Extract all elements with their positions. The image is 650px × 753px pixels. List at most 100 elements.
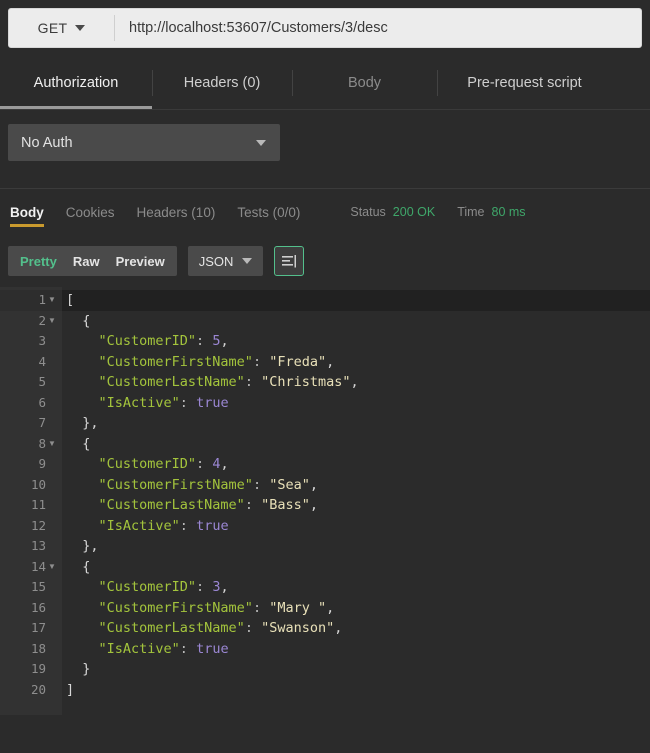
line-number-cell: 14 ▼ [0,557,62,578]
line-number-cell: 1 ▼ [0,290,62,311]
token-key: "CustomerID" [66,456,197,473]
response-body-viewer[interactable]: 1▼[2▼ {3▼ "CustomerID": 5,4▼ "CustomerFi… [0,287,650,715]
status-value: 200 OK [392,205,436,219]
code-text: }, [62,536,650,557]
token-punct: , [220,579,229,596]
line-number: 18 [30,640,46,656]
response-tab-label: Tests (0/0) [237,204,301,220]
code-line: 19▼ } [0,659,650,680]
word-wrap-toggle-button[interactable] [274,246,305,276]
code-line: 17▼ "CustomerLastName": "Swanson", [0,618,650,639]
request-tab-label: Authorization [33,75,119,91]
line-number: 5 [38,374,46,389]
token-colon: : [244,620,262,637]
line-number: 1 [38,292,46,307]
view-mode-preview[interactable]: Preview [116,254,165,269]
line-number: 15 [30,579,46,594]
code-line: 12▼ "IsActive": true [0,516,650,537]
code-text: "CustomerFirstName": "Freda", [62,352,650,373]
status-label: Status [350,205,386,219]
token-key: "CustomerLastName" [66,374,245,391]
request-tab-authorization[interactable]: Authorization [0,57,152,109]
response-tab-headers-10[interactable]: Headers (10) [137,189,216,235]
code-text: [ [62,290,650,311]
http-method-dropdown[interactable]: GET [9,9,114,47]
code-text: "CustomerLastName": "Bass", [62,495,650,516]
auth-type-dropdown[interactable]: No Auth [8,124,280,161]
token-punct: { [66,435,91,452]
token-bool: true [196,517,229,534]
line-number-cell: 15▼ [0,577,62,598]
code-text: { [62,311,650,332]
line-number: 9 [38,456,46,471]
line-number-cell: 20▼ [0,680,62,701]
token-punct: ] [66,681,75,698]
line-number-cell: 12▼ [0,516,62,537]
response-tab-tests-0-0[interactable]: Tests (0/0) [237,189,300,235]
http-method-label: GET [37,20,68,36]
fold-toggle-icon[interactable]: ▼ [46,316,58,325]
line-number: 8 [38,435,46,451]
view-mode-pretty[interactable]: Pretty [20,254,57,269]
token-str: "Mary " [269,599,327,616]
token-colon: : [252,476,270,493]
line-number-cell: 8 ▼ [0,434,62,455]
token-punct: , [334,620,343,637]
response-tab-body[interactable]: Body [10,189,44,235]
line-number-cell: 10▼ [0,475,62,496]
fold-toggle-icon[interactable]: ▼ [46,562,58,571]
response-tab-label: Body [10,204,44,220]
token-str: "Christmas" [261,374,351,391]
line-number-cell: 6▼ [0,393,62,414]
response-view-mode-group: Pretty Raw Preview [8,246,177,276]
code-text: "CustomerID": 5, [62,331,650,352]
token-punct: , [326,599,335,616]
code-line: 16▼ "CustomerFirstName": "Mary ", [0,598,650,619]
token-bool: true [196,394,229,411]
token-colon: : [196,333,213,350]
auth-type-label: No Auth [21,134,73,151]
time-label: Time [457,205,485,219]
request-tab-body[interactable]: Body [292,57,437,109]
line-number: 16 [30,599,46,615]
request-url-input[interactable] [115,9,641,47]
response-tabs-bar: Body Cookies Headers (10) Tests (0/0) Statu… [0,189,650,235]
response-tab-cookies[interactable]: Cookies [66,189,115,235]
line-number: 17 [30,620,46,635]
view-mode-raw[interactable]: Raw [73,254,100,269]
response-tab-label: Headers (10) [136,204,216,220]
line-number: 2 [38,312,46,328]
token-colon: : [244,497,262,514]
line-number: 19 [30,661,46,676]
code-text: "CustomerFirstName": "Sea", [62,475,650,496]
request-tab-pre-request-script[interactable]: Pre-request script [437,57,612,109]
token-num: 5 [212,333,221,350]
code-text: "CustomerID": 3, [62,577,650,598]
fold-toggle-icon[interactable]: ▼ [46,296,58,304]
code-line: 7▼ }, [0,413,650,434]
token-punct: , [220,333,229,350]
line-number-cell: 17▼ [0,618,62,639]
code-text: "IsActive": true [62,393,650,414]
code-text: "CustomerFirstName": "Mary ", [62,598,650,619]
request-tab-label: Pre-request script [467,75,582,91]
code-line: 13▼ }, [0,536,650,557]
line-number: 6 [38,394,46,410]
line-number: 13 [30,538,46,553]
line-number-cell: 7▼ [0,413,62,434]
response-format-dropdown[interactable]: JSON [187,246,264,276]
request-tab-headers-0[interactable]: Headers (0) [152,57,292,109]
authorization-panel: No Auth [0,110,650,188]
token-punct: , [309,476,318,493]
token-colon: : [252,353,270,370]
token-key: "IsActive" [66,517,180,534]
code-text: "CustomerID": 4, [62,454,650,475]
token-colon: : [196,456,213,473]
fold-toggle-icon[interactable]: ▼ [46,439,58,448]
token-key: "CustomerLastName" [66,497,245,514]
code-text: "CustomerLastName": "Swanson", [62,618,650,639]
line-number: 4 [38,353,46,369]
token-key: "IsActive" [66,640,180,657]
code-line: 15▼ "CustomerID": 3, [0,577,650,598]
code-text: "IsActive": true [62,516,650,537]
